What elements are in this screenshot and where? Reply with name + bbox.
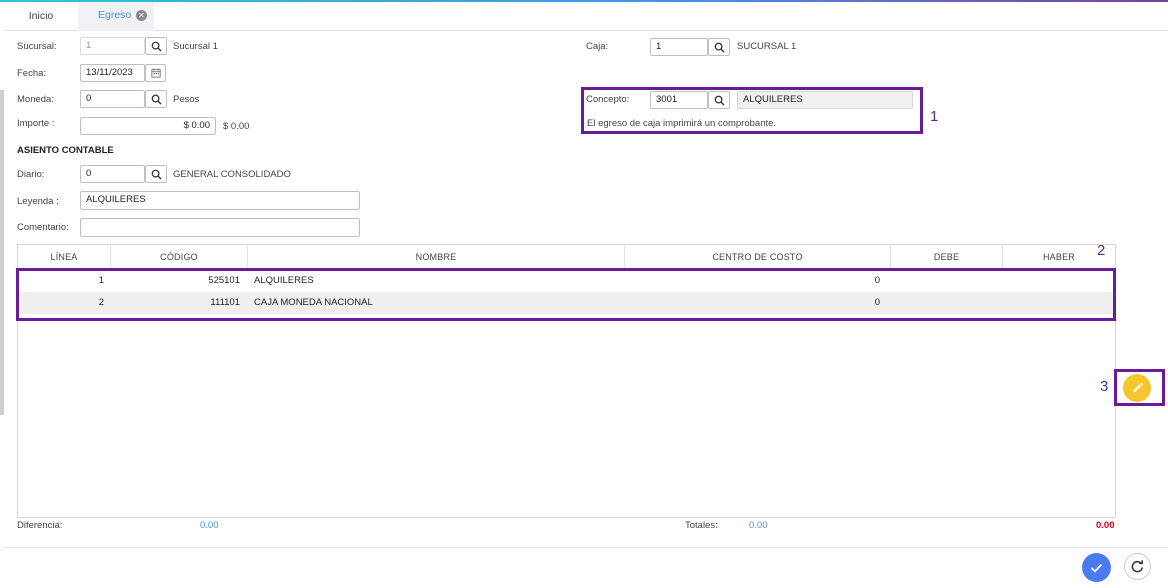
caja-label: Caja: <box>586 41 609 52</box>
sucursal-search-button[interactable] <box>145 37 167 55</box>
highlight-box-1 <box>581 87 923 134</box>
left-scroll-indicator <box>0 90 4 415</box>
search-icon <box>151 94 162 105</box>
sucursal-name: Sucursal 1 <box>173 41 218 52</box>
search-icon <box>151 169 162 180</box>
totales-label: Totales: <box>685 520 718 531</box>
confirm-button[interactable] <box>1082 553 1111 582</box>
diferencia-value: 0.00 <box>200 520 219 531</box>
search-icon <box>151 41 162 52</box>
fecha-calendar-button[interactable] <box>145 64 166 82</box>
col-linea[interactable]: LÍNEA <box>18 245 111 269</box>
highlight-box-2 <box>16 268 1116 321</box>
totales-debe: 0.00 <box>749 520 768 531</box>
caja-input[interactable]: 1 <box>650 38 708 56</box>
tab-bar: Inicio Egreso ✕ <box>4 2 1168 31</box>
refresh-icon <box>1131 560 1144 573</box>
totales-haber: 0.00 <box>1096 520 1115 531</box>
comentario-label: Comentario: <box>17 222 69 233</box>
moneda-input[interactable]: 0 <box>80 90 145 108</box>
diferencia-label: Diferencia: <box>17 520 63 531</box>
importe-display: $ 0.00 <box>223 121 250 132</box>
tab-egreso-label: Egreso <box>98 9 132 21</box>
fecha-label: Fecha: <box>17 68 47 79</box>
footer-bar <box>4 547 1168 588</box>
fecha-input[interactable]: 13/11/2023 <box>80 64 145 82</box>
leyenda-input[interactable]: ALQUILERES <box>80 191 360 210</box>
sucursal-label: Sucursal: <box>17 41 57 52</box>
importe-label: Importe : <box>17 118 55 129</box>
col-centro-costo[interactable]: CENTRO DE COSTO <box>625 245 891 269</box>
diario-name: GENERAL CONSOLIDADO <box>173 169 291 180</box>
asiento-title: ASIENTO CONTABLE <box>17 145 114 156</box>
comentario-input[interactable] <box>80 218 360 237</box>
highlight-box-3 <box>1114 369 1165 406</box>
col-debe[interactable]: DEBE <box>891 245 1003 269</box>
check-icon <box>1090 563 1103 573</box>
diario-input[interactable]: 0 <box>80 165 145 183</box>
table-header: LÍNEA CÓDIGO NOMBRE CENTRO DE COSTO DEBE… <box>18 245 1115 269</box>
caja-name: SUCURSAL 1 <box>737 41 797 52</box>
annotation-2: 2 <box>1097 242 1106 259</box>
caja-search-button[interactable] <box>708 38 730 56</box>
diario-label: Diario: <box>17 169 45 180</box>
leyenda-label: Leyenda : <box>17 196 59 207</box>
moneda-label: Moneda: <box>17 94 54 105</box>
tab-inicio[interactable]: Inicio <box>4 2 78 31</box>
diario-search-button[interactable] <box>145 165 167 183</box>
moneda-search-button[interactable] <box>145 90 167 108</box>
refresh-button[interactable] <box>1124 553 1151 580</box>
annotation-1: 1 <box>930 108 939 125</box>
calendar-icon <box>151 68 161 78</box>
col-codigo[interactable]: CÓDIGO <box>111 245 248 269</box>
search-icon <box>714 42 725 53</box>
sucursal-input[interactable]: 1 <box>80 37 145 55</box>
annotation-3: 3 <box>1100 378 1109 395</box>
col-nombre[interactable]: NOMBRE <box>248 245 625 269</box>
importe-input[interactable]: $ 0.00 <box>80 117 216 135</box>
moneda-name: Pesos <box>173 94 200 105</box>
close-icon[interactable]: ✕ <box>136 10 147 21</box>
tab-egreso[interactable]: Egreso ✕ <box>78 2 154 31</box>
